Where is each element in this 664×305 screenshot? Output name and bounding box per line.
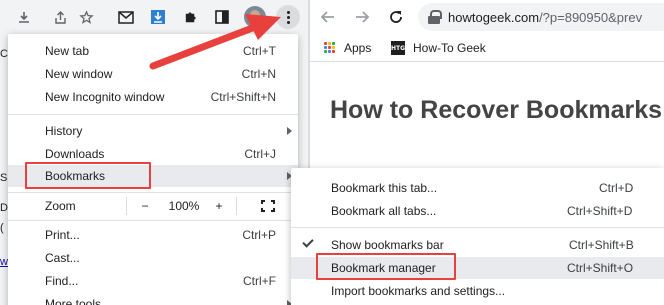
- submenu-item-shortcut: Ctrl+D: [599, 181, 634, 195]
- screenshot-root: CI S Dv ( w howtogeek.com/?p=890950&prev…: [0, 0, 664, 305]
- menu-item-find[interactable]: Find... Ctrl+F: [8, 270, 298, 292]
- address-bar[interactable]: howtogeek.com/?p=890950&prev: [418, 3, 664, 31]
- zoom-out-button[interactable]: −: [134, 195, 156, 217]
- submenu-item-label: Bookmark all tabs...: [331, 204, 437, 218]
- menu-item-label: Print...: [45, 228, 80, 242]
- submenu-item-label: Import bookmarks and settings...: [331, 284, 506, 298]
- left-toolbar: [0, 0, 308, 34]
- menu-item-more-tools[interactable]: More tools: [8, 293, 298, 305]
- menu-item-cast[interactable]: Cast...: [8, 247, 298, 269]
- menu-separator: [8, 220, 298, 221]
- bookmark-how-to-geek[interactable]: HTG How-To Geek: [391, 39, 486, 57]
- back-arrow-icon[interactable]: [316, 5, 340, 29]
- side-panel-icon[interactable]: [210, 5, 234, 29]
- menu-item-label: Downloads: [45, 147, 105, 161]
- checkmark-icon: [302, 236, 314, 248]
- bookmarks-submenu: Bookmark this tab... Ctrl+D Bookmark all…: [291, 168, 664, 305]
- bookmark-apps[interactable]: Apps: [324, 39, 371, 57]
- menu-item-history[interactable]: History: [8, 120, 298, 142]
- reload-icon[interactable]: [384, 5, 408, 29]
- url-path: /?p=890950&prev: [539, 9, 643, 25]
- zoom-level: 100%: [168, 199, 200, 213]
- right-toolbar: howtogeek.com/?p=890950&prev: [310, 0, 664, 34]
- submenu-item-shortcut: Ctrl+Shift+B: [569, 238, 634, 252]
- submenu-item-label: Bookmark this tab...: [331, 181, 438, 195]
- menu-item-shortcut: Ctrl+T: [243, 44, 276, 58]
- menu-item-label: Cast...: [45, 251, 80, 265]
- menu-separator: [8, 114, 298, 115]
- submenu-item-bookmark-all-tabs[interactable]: Bookmark all tabs... Ctrl+Shift+D: [291, 200, 664, 222]
- zoom-label: Zoom: [45, 199, 76, 213]
- menu-item-shortcut: Ctrl+P: [242, 228, 276, 242]
- menu-item-label: History: [45, 124, 83, 138]
- menu-item-label: Find...: [45, 274, 79, 288]
- left-edge-text: (: [0, 222, 4, 234]
- fullscreen-icon[interactable]: [261, 200, 275, 212]
- submenu-item-shortcut: Ctrl+Shift+D: [567, 204, 633, 218]
- menu-item-shortcut: Ctrl+J: [244, 147, 276, 161]
- menu-item-print[interactable]: Print... Ctrl+P: [8, 224, 298, 246]
- page-title: How to Recover Bookmarks: [330, 96, 663, 124]
- lock-icon[interactable]: [428, 10, 442, 24]
- menu-item-label: New tab: [45, 44, 90, 58]
- menu-item-label: More tools: [45, 297, 102, 305]
- submenu-separator: [291, 227, 664, 228]
- zoom-in-button[interactable]: +: [208, 195, 230, 217]
- menu-item-shortcut: Ctrl+N: [241, 67, 276, 81]
- submenu-item-label: Show bookmarks bar: [331, 238, 444, 252]
- extensions-puzzle-icon[interactable]: [178, 5, 202, 29]
- htg-logo-icon: HTG: [391, 41, 405, 55]
- annotation-highlight-bookmarks: [25, 162, 151, 189]
- left-edge-text: w: [0, 256, 8, 268]
- submenu-item-bookmark-this-tab[interactable]: Bookmark this tab... Ctrl+D: [291, 177, 664, 199]
- share-icon[interactable]: [48, 5, 72, 29]
- url-domain: howtogeek.com: [448, 9, 540, 25]
- zoom-divider: [126, 197, 127, 215]
- forward-arrow-icon[interactable]: [350, 5, 374, 29]
- menu-item-label: New window: [45, 67, 113, 81]
- chrome-menu-kebab-icon[interactable]: [276, 5, 300, 29]
- download-arrow-icon[interactable]: [12, 5, 36, 29]
- bookmarks-bar: Apps HTG How-To Geek: [310, 34, 664, 62]
- menu-item-zoom: Zoom − 100% +: [8, 195, 298, 217]
- menu-item-new-tab[interactable]: New tab Ctrl+T: [8, 40, 298, 62]
- bookmark-label: How-To Geek: [413, 41, 486, 55]
- profile-avatar[interactable]: [244, 6, 266, 28]
- submenu-item-import-bookmarks[interactable]: Import bookmarks and settings...: [291, 280, 664, 302]
- menu-item-shortcut: Ctrl+F: [243, 274, 276, 288]
- menu-item-shortcut: Ctrl+Shift+N: [210, 90, 276, 104]
- star-icon[interactable]: [74, 5, 98, 29]
- zoom-divider: [236, 197, 237, 215]
- submenu-arrow-icon: [287, 127, 292, 135]
- submenu-item-shortcut: Ctrl+Shift+O: [567, 261, 634, 275]
- bookmark-label: Apps: [344, 41, 372, 55]
- gmail-icon[interactable]: [114, 5, 138, 29]
- left-edge-text: S: [0, 172, 8, 184]
- menu-item-label: New Incognito window: [45, 90, 165, 104]
- menu-item-new-window[interactable]: New window Ctrl+N: [8, 63, 298, 85]
- menu-separator: [8, 192, 298, 193]
- save-extension-icon[interactable]: [146, 5, 170, 29]
- menu-item-new-incognito-window[interactable]: New Incognito window Ctrl+Shift+N: [8, 86, 298, 108]
- apps-grid-icon: [324, 42, 336, 54]
- annotation-highlight-bookmark-manager: [316, 253, 456, 280]
